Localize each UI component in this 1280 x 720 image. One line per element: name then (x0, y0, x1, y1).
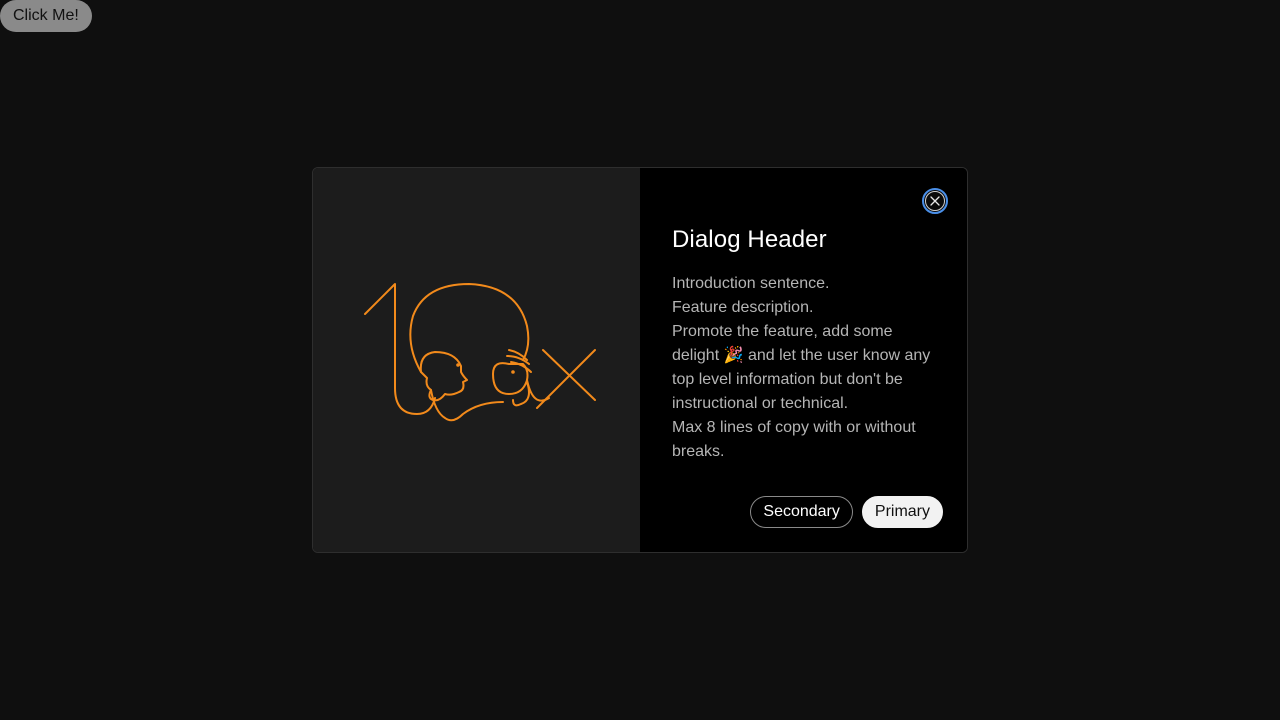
feature-dialog: Dialog Header Introduction sentence. Fea… (312, 167, 968, 553)
dialog-header: Dialog Header (672, 226, 827, 253)
max-lines-note: Max 8 lines of copy with or without brea… (672, 419, 916, 460)
dialog-content: Dialog Header Introduction sentence. Fea… (640, 168, 967, 552)
click-me-button[interactable]: Click Me! (0, 0, 92, 32)
secondary-button[interactable]: Secondary (750, 496, 853, 528)
dialog-hero-panel (313, 168, 640, 552)
10x-illustration-icon (364, 283, 596, 422)
feature-description: Feature description. (672, 299, 814, 316)
intro-sentence: Introduction sentence. (672, 275, 830, 292)
dialog-body: Introduction sentence. Feature descripti… (672, 272, 934, 464)
close-icon (930, 196, 940, 206)
promo-text: Promote the feature, add some delight 🎉 … (672, 323, 931, 412)
primary-button[interactable]: Primary (861, 496, 943, 528)
close-button[interactable] (922, 188, 948, 214)
dialog-actions: Secondary Primary (750, 496, 943, 528)
